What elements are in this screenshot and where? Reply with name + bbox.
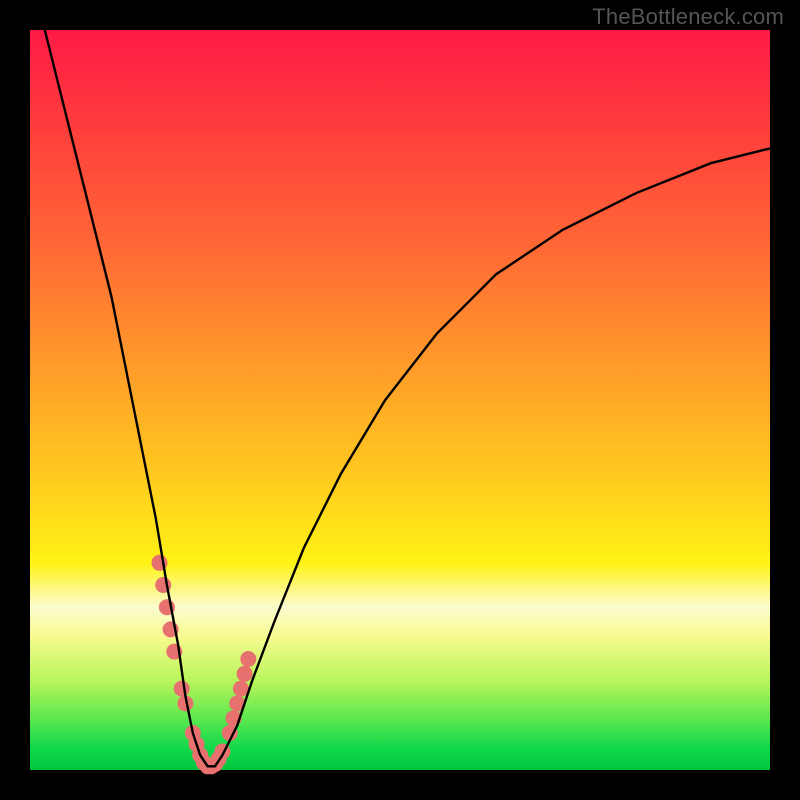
chart-frame: TheBottleneck.com bbox=[0, 0, 800, 800]
bottleneck-curve bbox=[45, 30, 770, 766]
watermark-label: TheBottleneck.com bbox=[592, 4, 784, 30]
highlight-dot bbox=[174, 681, 190, 697]
highlight-dot bbox=[240, 651, 256, 667]
highlight-dot bbox=[237, 666, 253, 682]
chart-svg bbox=[30, 30, 770, 770]
plot-area bbox=[30, 30, 770, 770]
